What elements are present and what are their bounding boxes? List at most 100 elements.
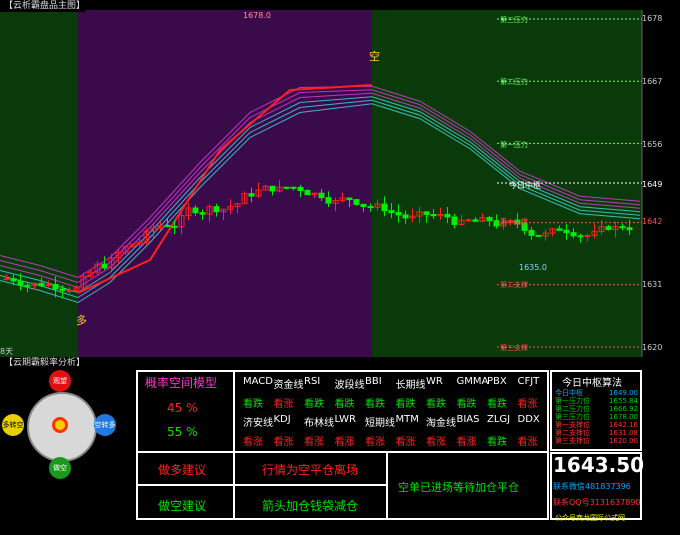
pivot-row-value: 1678.00 [609, 413, 638, 421]
axis-tick-1642: 1642 [642, 217, 663, 226]
pivot-row-value: 1642.16 [609, 421, 638, 429]
candle-body [38, 282, 45, 287]
axis-tick-1656: 1656 [642, 140, 663, 149]
indicator-state: 看跌 [456, 399, 477, 410]
candle-body [556, 228, 563, 231]
candle-body [24, 284, 31, 287]
axis-tick-1620: 1620 [642, 343, 663, 352]
indicator-name: KDJ [273, 414, 291, 425]
candle-body [199, 212, 206, 215]
candle-body [381, 203, 388, 212]
resist1-label: 第一压力 [500, 141, 528, 149]
pivot-calc-title: 今日中枢算法 [562, 378, 622, 389]
contact-wechat: 联系微信481837396 [553, 482, 631, 491]
indicator-state: 看涨 [365, 437, 385, 448]
pivot-row-value: 1655.84 [609, 397, 638, 405]
candle-body [360, 203, 367, 208]
contact-qq: 联系QQ号3131637890 [553, 498, 641, 507]
gauge-top-label: 观望 [49, 370, 71, 392]
pivot-row: 第三支撑位 1620.00 [553, 437, 640, 445]
candle-body [626, 227, 633, 231]
candlestick-chart-svg[interactable] [0, 0, 680, 357]
candle-body [10, 278, 17, 282]
indicator-name: 资金线 [273, 380, 304, 391]
pivot-chart-label: 今日中枢 [509, 181, 541, 190]
indicator-name: WR [426, 376, 443, 387]
indicator-state: 看跌 [487, 437, 507, 448]
candle-body [472, 219, 479, 222]
resist2-label: 第二压力 [500, 78, 528, 86]
indicator-state: 看跌 [365, 399, 385, 410]
candle-body [493, 220, 500, 227]
indicator-state: 看涨 [517, 437, 538, 448]
candle-body [430, 213, 437, 217]
candle-body [290, 186, 297, 189]
candle-body [52, 283, 59, 290]
current-price: 1643.50 [553, 453, 645, 477]
axis-tick-1678: 1678 [642, 14, 663, 23]
up-zone [78, 10, 372, 357]
long-advice-label: 做多建议 [158, 463, 207, 477]
resist3-label: 第三压力 [500, 16, 528, 24]
pivot-row-label: 第二支撑位 [555, 429, 590, 437]
candle-body [353, 199, 360, 205]
high-price-label: 1678.0 [243, 11, 271, 20]
pivot-row-value: 1649.00 [609, 389, 638, 397]
candle-body [297, 186, 304, 191]
main-chart[interactable]: 【云析霸盘品主图】 1678.0 1635.0 多 空 8天 今日中枢 第三压力… [0, 0, 680, 357]
candle-body [584, 235, 591, 238]
candle-body [367, 206, 374, 209]
indicator-name: BIAS [456, 414, 480, 425]
candle-body [269, 185, 276, 192]
indicator-name: ZLGJ [487, 414, 511, 425]
short-advice-text: 箭头加仓钱袋减仓 [262, 499, 359, 513]
candle-body [248, 193, 255, 197]
footer-text: 公众号商龙国际公式网 [555, 514, 625, 522]
indicator-state: 看跌 [304, 399, 324, 410]
support2-label: 第二支撑 [500, 281, 528, 289]
indicator-name: 布林线 [304, 418, 334, 429]
axis-tick-1667: 1667 [642, 77, 663, 86]
pivot-row-value: 1631.08 [609, 429, 638, 437]
indicator-name: BBI [365, 376, 382, 387]
long-advice-text: 行情为空平仓离场 [262, 463, 359, 477]
pivot-row-label: 第一压力位 [555, 397, 590, 405]
candle-body [3, 278, 10, 281]
pivot-row-label: 第一支撑位 [555, 421, 590, 429]
support1-label: 第一支撑 [500, 218, 528, 226]
candle-body [577, 235, 584, 238]
indicator-name: MACD [243, 376, 273, 387]
pivot-row-label: 第三支撑位 [555, 437, 590, 445]
indicator-state: 看跌 [334, 399, 355, 410]
gauge-bottom-label: 做空 [49, 457, 71, 479]
candle-body [486, 217, 493, 222]
pivot-row-label: 第二压力位 [555, 405, 590, 413]
main-panel-title: 【云析霸盘品主图】 [0, 0, 86, 12]
gauge-right-label: 空转多 [94, 414, 116, 436]
pivot-row: 第一压力位 1655.84 [553, 397, 640, 405]
candle-body [171, 225, 178, 228]
pct-down: 55 % [167, 425, 198, 439]
pivot-row: 第三压力位 1678.00 [553, 413, 640, 421]
period-label: 8天 [0, 347, 14, 356]
candle-body [213, 206, 220, 213]
candle-body [423, 211, 430, 215]
axis-tick-1649: 1649 [642, 180, 663, 189]
indicator-name: 长期线 [395, 380, 426, 391]
down-zone-left [0, 10, 78, 357]
candle-body [619, 226, 626, 229]
candle-body [325, 197, 332, 204]
candle-body [570, 232, 577, 237]
long-signal-label: 多 [76, 314, 87, 327]
position-status-text: 空单已进场等待加仓平仓 [398, 481, 519, 494]
indicator-state: 看涨 [426, 437, 446, 448]
short-advice-label: 做空建议 [158, 499, 207, 513]
indicator-state: 看涨 [395, 437, 416, 448]
candle-body [605, 226, 612, 230]
pivot-row-value: 1666.92 [609, 405, 638, 413]
candle-body [563, 229, 570, 234]
indicator-name: LWR [334, 414, 357, 425]
candle-body [164, 224, 171, 227]
pivot-row: 第二压力位 1666.92 [553, 405, 640, 413]
pivot-row-value: 1620.00 [609, 437, 638, 445]
